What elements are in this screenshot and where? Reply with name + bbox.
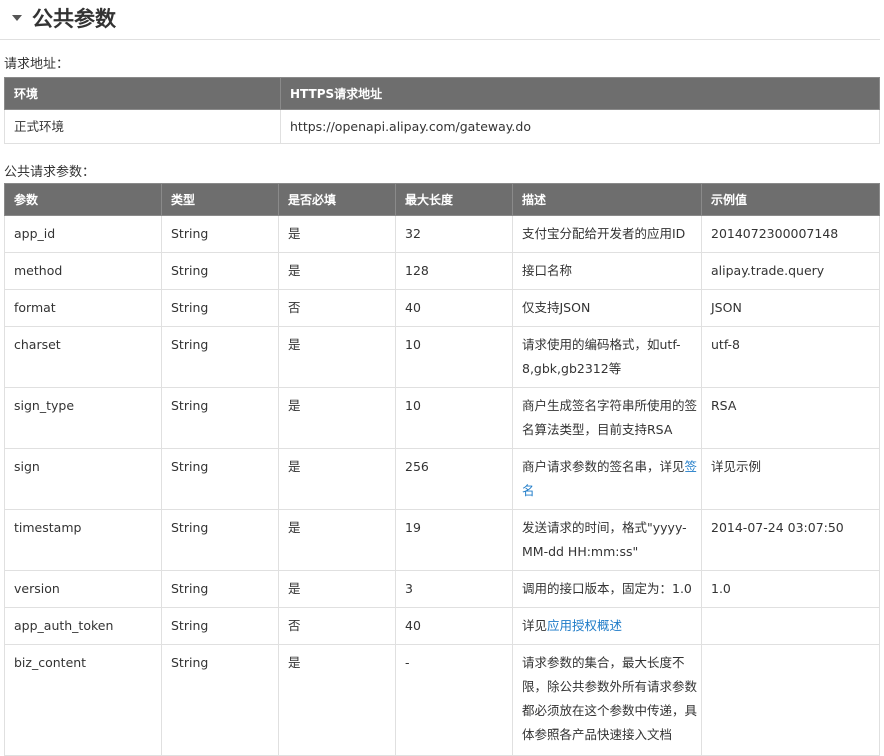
type-cell: String <box>161 607 279 645</box>
table-row: charset String 是 10 请求使用的编码格式，如utf-8,gbk… <box>4 326 880 388</box>
type-cell: String <box>161 387 279 449</box>
table-row: timestamp String 是 19 发送请求的时间，格式"yyyy-MM… <box>4 509 880 571</box>
example-cell: 2014072300007148 <box>701 215 880 253</box>
max-length-cell: - <box>395 644 513 756</box>
param-cell: sign <box>4 448 162 510</box>
table-row: version String 是 3 调用的接口版本，固定为：1.0 1.0 <box>4 570 880 608</box>
required-cell: 否 <box>278 607 396 645</box>
required-cell: 是 <box>278 387 396 449</box>
table-row: sign_type String 是 10 商户生成签名字符串所使用的签名算法类… <box>4 387 880 449</box>
table-row: sign String 是 256 商户请求参数的签名串，详见签名 详见示例 <box>4 448 880 510</box>
description-cell: 仅支持JSON <box>512 289 702 327</box>
table-row: biz_content String 是 - 请求参数的集合，最大长度不限，除公… <box>4 644 880 756</box>
env-cell: 正式环境 <box>4 109 281 144</box>
example-cell: utf-8 <box>701 326 880 388</box>
type-cell: String <box>161 289 279 327</box>
description-cell: 调用的接口版本，固定为：1.0 <box>512 570 702 608</box>
param-cell: charset <box>4 326 162 388</box>
example-cell: RSA <box>701 387 880 449</box>
description-text: 商户请求参数的签名串，详见 <box>522 459 685 474</box>
param-cell: app_id <box>4 215 162 253</box>
required-cell: 是 <box>278 326 396 388</box>
param-cell: format <box>4 289 162 327</box>
public-params-table: 参数 类型 是否必填 最大长度 描述 示例值 app_id String 是 3… <box>4 183 880 756</box>
description-cell: 商户生成签名字符串所使用的签名算法类型，目前支持RSA <box>512 387 702 449</box>
required-cell: 是 <box>278 448 396 510</box>
table-header-row: 环境 HTTPS请求地址 <box>4 77 880 110</box>
required-cell: 是 <box>278 252 396 290</box>
param-cell: method <box>4 252 162 290</box>
max-length-cell: 3 <box>395 570 513 608</box>
max-length-cell: 40 <box>395 289 513 327</box>
type-cell: String <box>161 326 279 388</box>
table-row: 正式环境 https://openapi.alipay.com/gateway.… <box>4 109 880 144</box>
required-cell: 是 <box>278 644 396 756</box>
param-cell: version <box>4 570 162 608</box>
request-address-label: 请求地址： <box>4 57 70 72</box>
required-cell: 是 <box>278 509 396 571</box>
table-row: format String 否 40 仅支持JSON JSON <box>4 289 880 327</box>
type-cell: String <box>161 252 279 290</box>
table-header-row: 参数 类型 是否必填 最大长度 描述 示例值 <box>4 183 880 216</box>
param-cell: timestamp <box>4 509 162 571</box>
column-header: 参数 <box>4 183 162 216</box>
example-cell: 2014-07-24 03:07:50 <box>701 509 880 571</box>
table-row: app_auth_token String 否 40 详见应用授权概述 <box>4 607 880 645</box>
column-header: 环境 <box>4 77 281 110</box>
required-cell: 是 <box>278 215 396 253</box>
example-cell: 1.0 <box>701 570 880 608</box>
max-length-cell: 40 <box>395 607 513 645</box>
description-cell: 商户请求参数的签名串，详见签名 <box>512 448 702 510</box>
example-cell <box>701 644 880 756</box>
url-cell: https://openapi.alipay.com/gateway.do <box>280 109 880 144</box>
description-cell: 详见应用授权概述 <box>512 607 702 645</box>
param-cell: app_auth_token <box>4 607 162 645</box>
type-cell: String <box>161 570 279 608</box>
param-cell: sign_type <box>4 387 162 449</box>
type-cell: String <box>161 509 279 571</box>
max-length-cell: 19 <box>395 509 513 571</box>
example-cell: JSON <box>701 289 880 327</box>
example-cell: alipay.trade.query <box>701 252 880 290</box>
table-row: method String 是 128 接口名称 alipay.trade.qu… <box>4 252 880 290</box>
table-row: app_id String 是 32 支付宝分配给开发者的应用ID 201407… <box>4 215 880 253</box>
column-header: HTTPS请求地址 <box>280 77 880 110</box>
caret-down-icon[interactable] <box>12 15 22 21</box>
description-cell: 发送请求的时间，格式"yyyy-MM-dd HH:mm:ss" <box>512 509 702 571</box>
description-cell: 接口名称 <box>512 252 702 290</box>
request-address-table: 环境 HTTPS请求地址 正式环境 https://openapi.alipay… <box>4 77 880 144</box>
description-cell: 请求使用的编码格式，如utf-8,gbk,gb2312等 <box>512 326 702 388</box>
max-length-cell: 256 <box>395 448 513 510</box>
example-cell: 详见示例 <box>701 448 880 510</box>
description-cell: 支付宝分配给开发者的应用ID <box>512 215 702 253</box>
type-cell: String <box>161 215 279 253</box>
param-cell: biz_content <box>4 644 162 756</box>
column-header: 示例值 <box>701 183 880 216</box>
type-cell: String <box>161 448 279 510</box>
description-text: 详见 <box>522 618 548 633</box>
max-length-cell: 10 <box>395 326 513 388</box>
column-header: 描述 <box>512 183 702 216</box>
column-header: 类型 <box>161 183 279 216</box>
example-cell <box>701 607 880 645</box>
required-cell: 是 <box>278 570 396 608</box>
column-header: 是否必填 <box>278 183 396 216</box>
section-header[interactable]: 公共参数 <box>0 0 880 40</box>
type-cell: String <box>161 644 279 756</box>
max-length-cell: 32 <box>395 215 513 253</box>
max-length-cell: 10 <box>395 387 513 449</box>
column-header: 最大长度 <box>395 183 513 216</box>
required-cell: 否 <box>278 289 396 327</box>
section-title: 公共参数 <box>32 7 116 31</box>
public-params-label: 公共请求参数： <box>4 165 96 180</box>
app-auth-overview-link[interactable]: 应用授权概述 <box>547 618 622 633</box>
max-length-cell: 128 <box>395 252 513 290</box>
description-cell: 请求参数的集合，最大长度不限，除公共参数外所有请求参数都必须放在这个参数中传递，… <box>512 644 702 756</box>
